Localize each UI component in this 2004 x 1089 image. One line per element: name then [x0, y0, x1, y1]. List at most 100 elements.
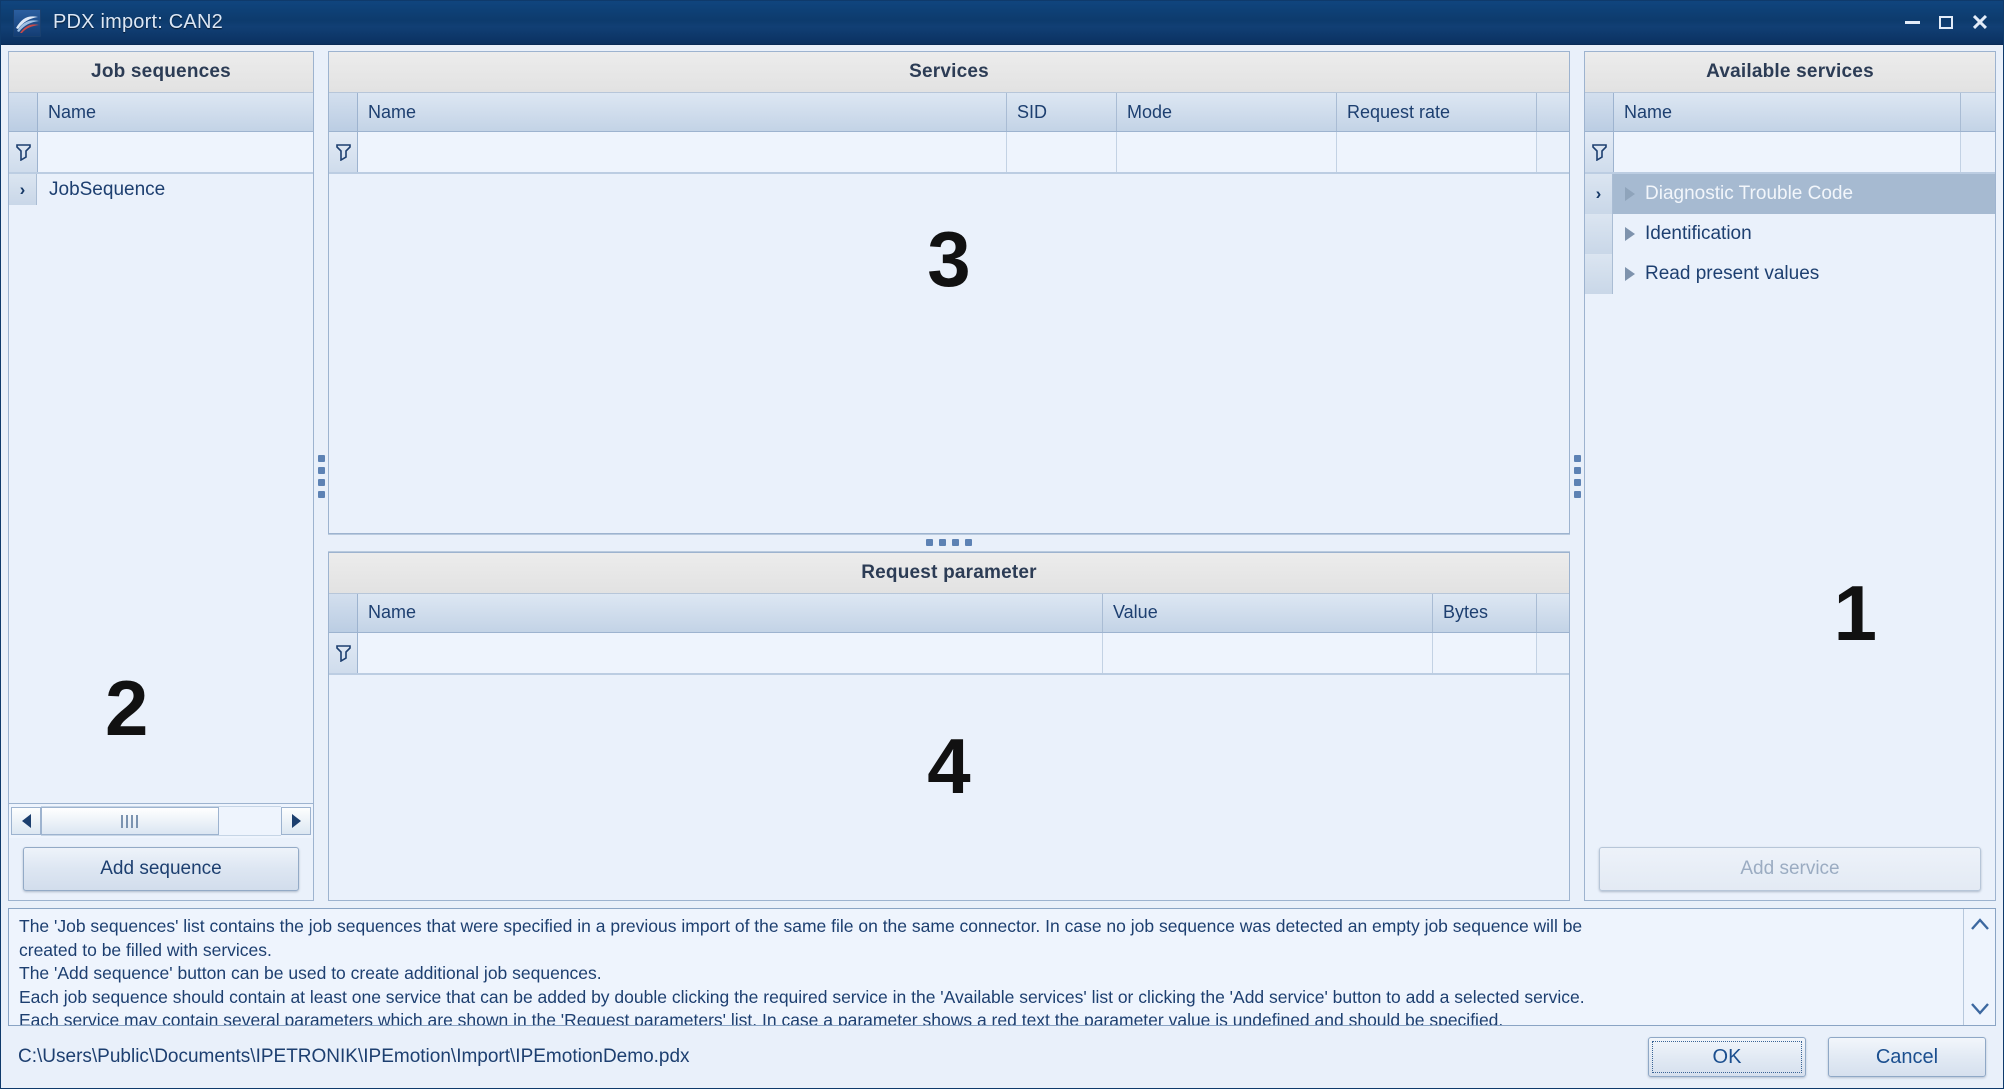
filter-input-name[interactable]: [358, 132, 1007, 172]
help-line-4: Each job sequence should contain at leas…: [19, 986, 1585, 1007]
filter-funnel-icon[interactable]: [9, 132, 38, 172]
filter-input-bytes[interactable]: [1433, 632, 1537, 673]
ok-button[interactable]: OK: [1648, 1037, 1806, 1077]
filter-funnel-icon[interactable]: [1585, 132, 1614, 172]
row-indicator-gutter: [1585, 93, 1614, 131]
filter-input-value[interactable]: [1103, 632, 1433, 673]
chevron-down-icon[interactable]: [1969, 999, 1991, 1019]
job-sequences-panel: Job sequences Name › JobSequence 2 Add s…: [8, 51, 314, 901]
add-service-bar: Add service: [1585, 838, 1995, 900]
minimize-button[interactable]: [1895, 6, 1929, 40]
expand-triangle-icon[interactable]: [1625, 186, 1635, 201]
scroll-thumb[interactable]: [41, 807, 219, 835]
column-header-bytes[interactable]: Bytes: [1433, 593, 1537, 632]
add-service-button[interactable]: Add service: [1599, 847, 1981, 891]
arrow-left-icon: [21, 814, 31, 828]
region-number-1: 1: [1833, 569, 1877, 657]
row-indicator-gutter: [329, 593, 358, 632]
services-rows[interactable]: 3: [329, 174, 1569, 533]
app-logo-icon: [13, 8, 41, 37]
filter-filler: [1537, 632, 1569, 673]
available-services-rows: › Diagnostic Trouble Code Identification…: [1585, 174, 1995, 838]
splitter-right[interactable]: [1570, 51, 1584, 901]
list-item[interactable]: Read present values: [1585, 254, 1995, 294]
maximize-icon: [1939, 16, 1953, 29]
scroll-left-button[interactable]: [11, 807, 41, 835]
available-service-name: Identification: [1645, 223, 1752, 244]
column-header-name[interactable]: Name: [38, 93, 313, 131]
minimize-icon: [1904, 21, 1920, 24]
filter-input-name[interactable]: [358, 632, 1103, 673]
row-expander[interactable]: [1585, 214, 1613, 254]
filter-funnel-icon[interactable]: [329, 632, 358, 673]
column-header-mode[interactable]: Mode: [1117, 93, 1337, 131]
add-sequence-button[interactable]: Add sequence: [23, 847, 299, 891]
add-sequence-bar: Add sequence: [9, 838, 313, 900]
request-parameter-caption: Request parameter: [329, 552, 1569, 594]
available-services-grid: Name › Diagnostic Trouble Code Identific…: [1585, 93, 1995, 838]
available-service-name: Read present values: [1645, 263, 1820, 284]
filter-input-request-rate[interactable]: [1337, 132, 1537, 172]
grip-icon: [121, 814, 139, 828]
column-header-name[interactable]: Name: [358, 93, 1007, 131]
filter-input-name[interactable]: [38, 132, 313, 172]
table-row[interactable]: › JobSequence: [9, 174, 313, 205]
pdx-import-dialog: PDX import: CAN2 ✕ Job sequences Name › …: [0, 0, 2004, 1089]
status-bar: C:\Users\Public\Documents\IPETRONIK\IPEm…: [8, 1026, 1996, 1088]
row-indicator-gutter: [9, 93, 38, 131]
scroll-track[interactable]: [41, 806, 281, 836]
row-expander[interactable]: ›: [9, 174, 37, 205]
column-header-filler: [1537, 594, 1569, 632]
splitter-grip-icon: [1573, 454, 1581, 498]
help-text-box: The 'Job sequences' list contains the jo…: [8, 908, 1996, 1026]
row-expander[interactable]: ›: [1585, 174, 1613, 214]
available-services-header-row: Name: [1585, 93, 1995, 132]
close-icon: ✕: [1970, 9, 1990, 35]
available-service-label: Read present values: [1613, 263, 1819, 285]
splitter-horizontal[interactable]: [328, 533, 1570, 552]
expand-triangle-icon[interactable]: [1625, 226, 1635, 241]
request-parameter-header-row: Name Value Bytes: [329, 593, 1569, 633]
available-service-label: Identification: [1613, 223, 1752, 245]
splitter-left[interactable]: [314, 51, 328, 901]
filter-funnel-icon[interactable]: [329, 132, 358, 172]
available-services-filter-row: [1585, 132, 1995, 174]
row-expander[interactable]: [1585, 254, 1613, 294]
job-sequences-hscrollbar[interactable]: [9, 803, 313, 838]
column-header-sid[interactable]: SID: [1007, 93, 1117, 131]
list-item[interactable]: › Diagnostic Trouble Code: [1585, 174, 1995, 214]
file-path-label: C:\Users\Public\Documents\IPETRONIK\IPEm…: [18, 1046, 690, 1067]
dialog-content: Job sequences Name › JobSequence 2 Add s…: [1, 45, 2003, 1088]
available-service-label: Diagnostic Trouble Code: [1613, 183, 1853, 205]
panels-row: Job sequences Name › JobSequence 2 Add s…: [8, 51, 1996, 901]
cancel-button[interactable]: Cancel: [1828, 1037, 1986, 1077]
filter-input-name[interactable]: [1614, 132, 1961, 172]
column-header-name[interactable]: Name: [358, 593, 1103, 632]
help-scrollbar[interactable]: [1963, 909, 1995, 1025]
region-number-3: 3: [927, 215, 971, 303]
job-sequences-filter-row: [9, 132, 313, 174]
scroll-right-button[interactable]: [281, 807, 311, 835]
request-parameter-panel: Request parameter Name Value Bytes 4: [328, 551, 1570, 901]
arrow-right-icon: [291, 814, 301, 828]
expand-triangle-icon[interactable]: [1625, 266, 1635, 281]
chevron-up-icon[interactable]: [1969, 915, 1991, 935]
column-header-filler: [1537, 93, 1569, 131]
column-header-request-rate[interactable]: Request rate: [1337, 93, 1537, 131]
filter-input-sid[interactable]: [1007, 132, 1117, 172]
close-button[interactable]: ✕: [1963, 6, 1997, 40]
help-text-content: The 'Job sequences' list contains the jo…: [9, 909, 1963, 1025]
column-header-value[interactable]: Value: [1103, 593, 1433, 632]
available-service-name: Diagnostic Trouble Code: [1645, 183, 1854, 204]
maximize-button[interactable]: [1929, 6, 1963, 40]
request-parameter-section: Request parameter Name Value Bytes 4: [328, 551, 1570, 901]
job-sequence-name: JobSequence: [49, 178, 166, 200]
services-column: Services Name SID Mode Request rate 3 Re…: [328, 51, 1570, 901]
region-number-2: 2: [105, 664, 149, 752]
filter-input-mode[interactable]: [1117, 132, 1337, 172]
job-sequences-header-row: Name: [9, 93, 313, 132]
title-bar: PDX import: CAN2 ✕: [1, 1, 2003, 45]
list-item[interactable]: Identification: [1585, 214, 1995, 254]
column-header-name[interactable]: Name: [1614, 93, 1961, 131]
request-parameter-rows[interactable]: 4: [329, 674, 1569, 900]
